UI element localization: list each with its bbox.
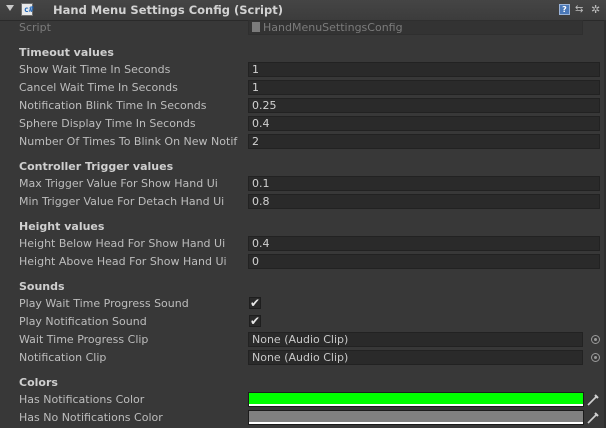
play-notification-sound-checkbox[interactable]: ✔	[249, 315, 261, 327]
foldout-arrow-icon[interactable]	[6, 5, 14, 11]
has-notifications-color-label: Has Notifications Color	[19, 393, 145, 406]
notification-clip-field[interactable]: None (Audio Clip)	[248, 350, 583, 365]
sphere-display-time-label: Sphere Display Time In Seconds	[19, 117, 196, 130]
min-trigger-row: Min Trigger Value For Detach Hand Ui 0.8	[0, 194, 606, 211]
preset-icon[interactable]: ⇆	[575, 4, 586, 15]
notification-clip-label: Notification Clip	[19, 351, 107, 364]
eyedropper-icon[interactable]	[586, 411, 600, 425]
alpha-bar	[249, 404, 583, 406]
height-below-head-row: Height Below Head For Show Hand Ui 0.4	[0, 236, 606, 253]
show-wait-time-label: Show Wait Time In Seconds	[19, 63, 171, 76]
wait-time-clip-label: Wait Time Progress Clip	[19, 333, 149, 346]
timeout-heading: Timeout values	[19, 46, 114, 59]
gear-icon[interactable]: ✲	[591, 4, 602, 15]
notification-blink-time-field[interactable]: 0.25	[248, 98, 600, 113]
play-notification-sound-row: Play Notification Sound ✔	[0, 314, 606, 331]
min-trigger-field[interactable]: 0.8	[248, 194, 600, 209]
controller-heading: Controller Trigger values	[19, 160, 174, 173]
height-above-head-row: Height Above Head For Show Hand Ui 0	[0, 254, 606, 271]
component-header[interactable]: c# Hand Menu Settings Config (Script) ? …	[0, 0, 606, 21]
script-label: Script	[19, 21, 51, 34]
script-field: HandMenuSettingsConfig	[248, 20, 583, 35]
show-wait-time-row: Show Wait Time In Seconds 1	[0, 62, 606, 79]
play-wait-sound-row: Play Wait Time Progress Sound ✔	[0, 296, 606, 313]
object-picker-icon[interactable]	[591, 353, 600, 362]
cancel-wait-time-label: Cancel Wait Time In Seconds	[19, 81, 178, 94]
height-below-head-field[interactable]: 0.4	[248, 236, 600, 251]
height-below-head-label: Height Below Head For Show Hand Ui	[19, 237, 226, 250]
show-wait-time-field[interactable]: 1	[248, 62, 600, 77]
blink-count-row: Number Of Times To Blink On New Notif 2	[0, 134, 606, 151]
height-above-head-field[interactable]: 0	[248, 254, 600, 269]
min-trigger-label: Min Trigger Value For Detach Hand Ui	[19, 195, 225, 208]
play-notification-sound-label: Play Notification Sound	[19, 315, 147, 328]
max-trigger-label: Max Trigger Value For Show Hand Ui	[19, 177, 218, 190]
script-value: HandMenuSettingsConfig	[263, 21, 403, 34]
play-wait-sound-label: Play Wait Time Progress Sound	[19, 297, 189, 310]
eyedropper-icon[interactable]	[586, 393, 600, 407]
has-notifications-color-row: Has Notifications Color	[0, 392, 606, 409]
colors-heading: Colors	[19, 376, 58, 389]
max-trigger-row: Max Trigger Value For Show Hand Ui 0.1	[0, 176, 606, 193]
sphere-display-time-field[interactable]: 0.4	[248, 116, 600, 131]
has-notifications-color-swatch[interactable]	[248, 392, 584, 407]
cancel-wait-time-field[interactable]: 1	[248, 80, 600, 95]
cancel-wait-time-row: Cancel Wait Time In Seconds 1	[0, 80, 606, 97]
sphere-display-time-row: Sphere Display Time In Seconds 0.4	[0, 116, 606, 133]
height-above-head-label: Height Above Head For Show Hand Ui	[19, 255, 227, 268]
height-heading: Height values	[19, 220, 105, 233]
component-title: Hand Menu Settings Config (Script)	[53, 3, 283, 17]
has-no-notifications-color-row: Has No Notifications Color	[0, 410, 606, 427]
notification-blink-time-row: Notification Blink Time In Seconds 0.25	[0, 98, 606, 115]
has-no-notifications-color-swatch[interactable]	[248, 410, 584, 425]
notification-blink-time-label: Notification Blink Time In Seconds	[19, 99, 207, 112]
help-icon[interactable]: ?	[559, 4, 570, 15]
has-no-notifications-color-label: Has No Notifications Color	[19, 411, 163, 424]
script-file-icon	[252, 22, 260, 32]
blink-count-label: Number Of Times To Blink On New Notif	[19, 135, 238, 148]
blink-count-field[interactable]: 2	[248, 134, 600, 149]
wait-time-clip-field[interactable]: None (Audio Clip)	[248, 332, 583, 347]
sounds-heading: Sounds	[19, 280, 65, 293]
max-trigger-field[interactable]: 0.1	[248, 176, 600, 191]
script-icon: c#	[21, 3, 34, 16]
wait-time-clip-row: Wait Time Progress Clip None (Audio Clip…	[0, 332, 606, 349]
notification-clip-row: Notification Clip None (Audio Clip)	[0, 350, 606, 367]
play-wait-sound-checkbox[interactable]: ✔	[249, 297, 261, 309]
script-row: Script HandMenuSettingsConfig	[0, 20, 606, 37]
object-picker-icon[interactable]	[591, 335, 600, 344]
alpha-bar	[249, 422, 583, 424]
